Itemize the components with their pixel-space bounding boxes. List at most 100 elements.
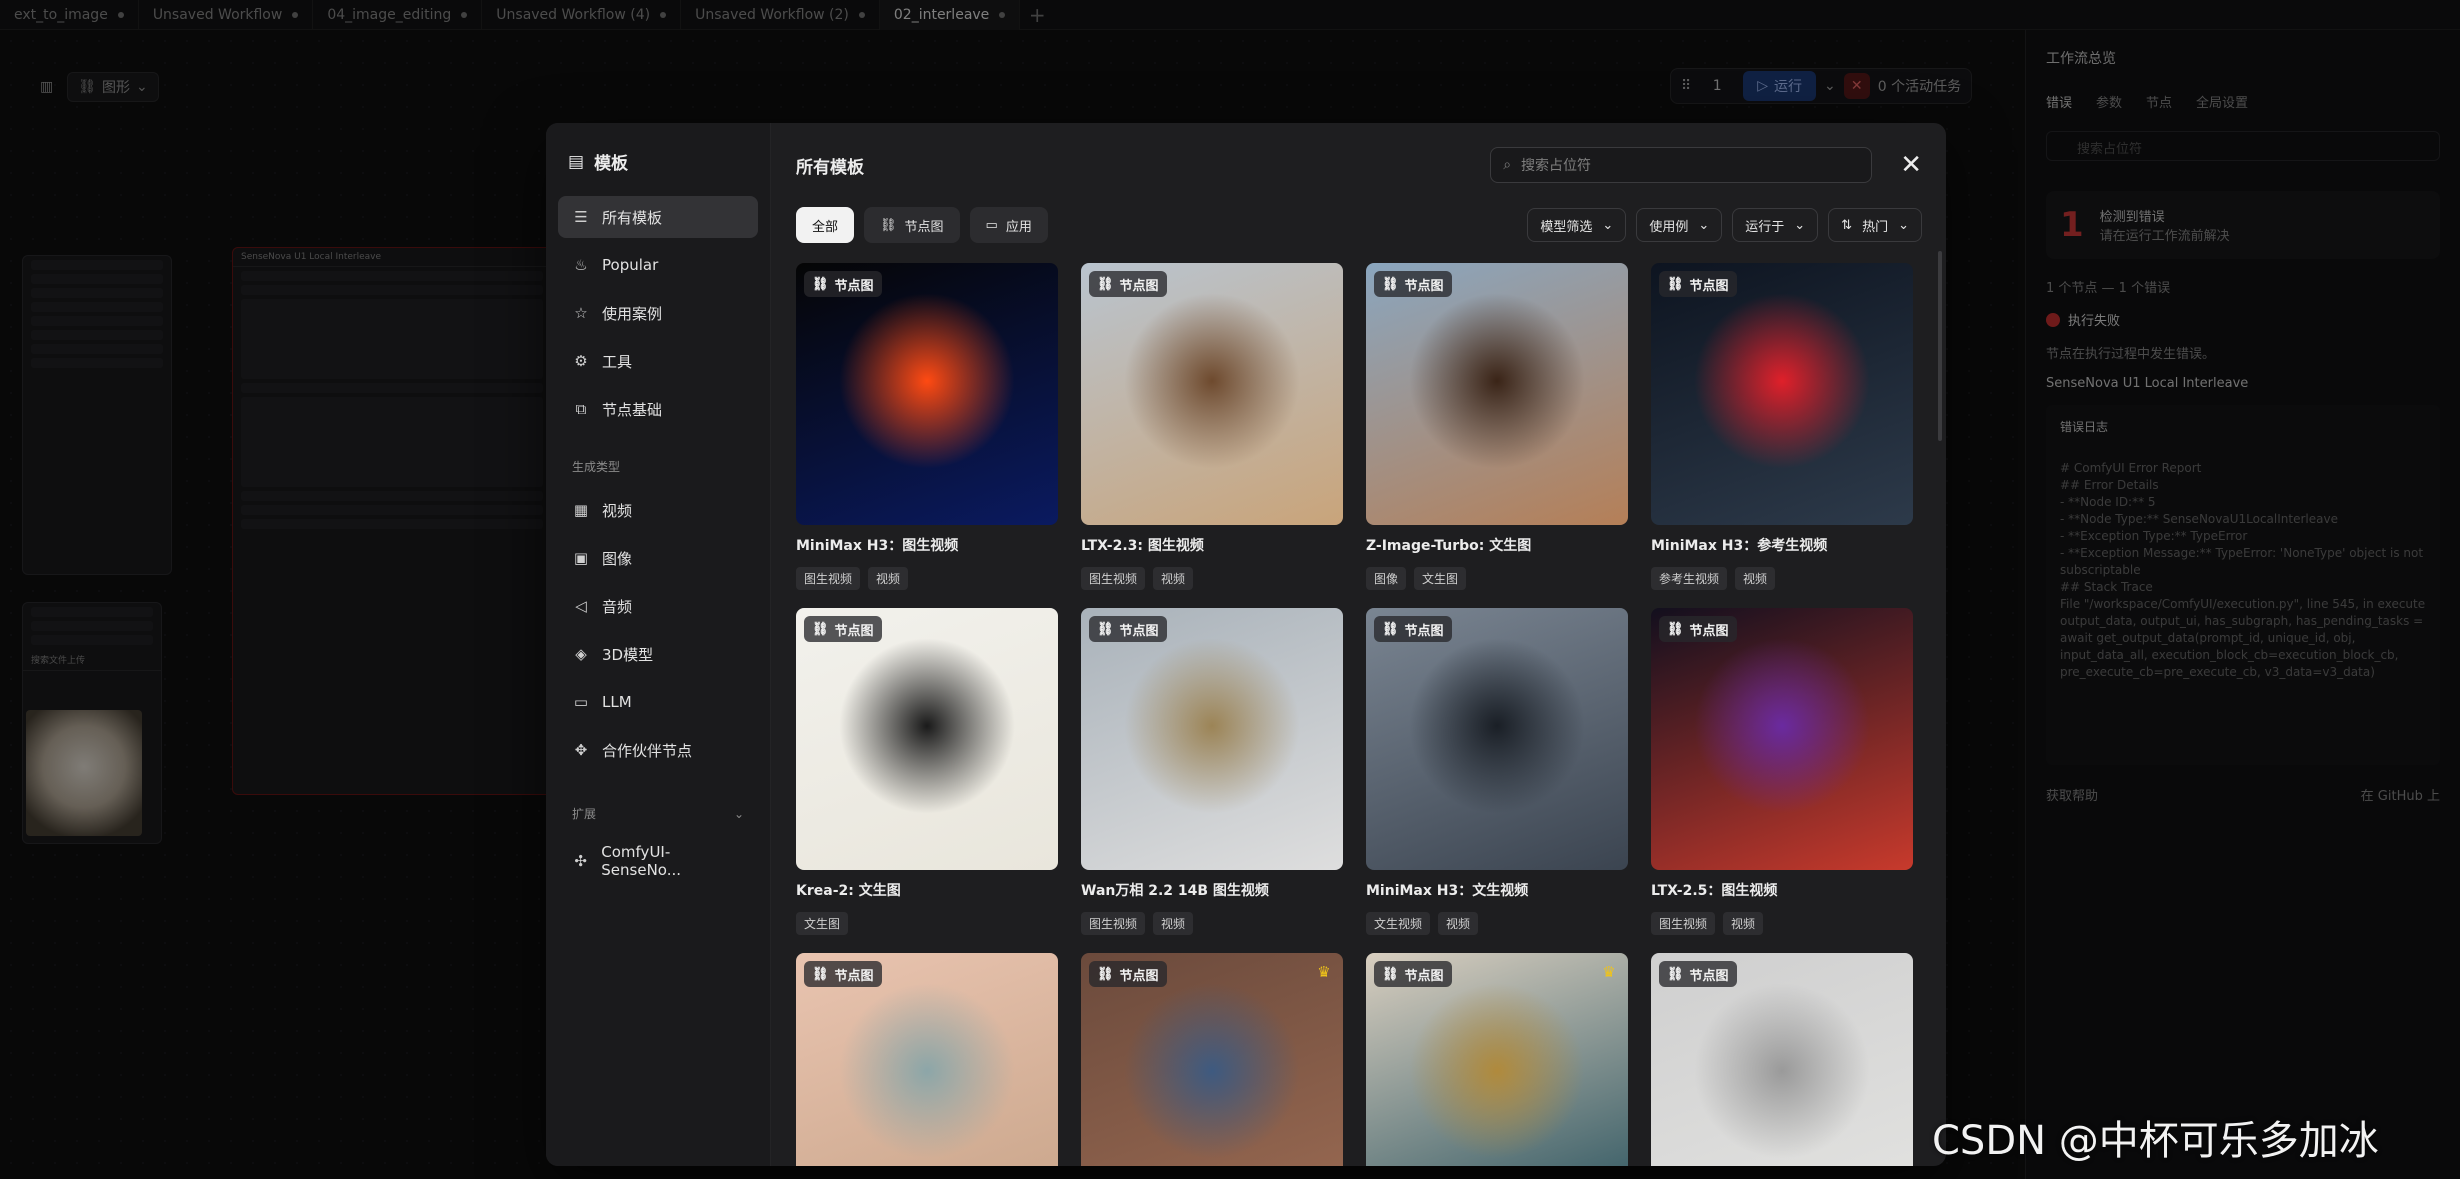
template-tags: 图生视频 视频 [1651, 912, 1913, 935]
nav-item[interactable]: ♨ Popular [558, 244, 758, 286]
template-thumbnail: ⛓ 节点图 [1081, 263, 1343, 525]
filter-chip[interactable]: ⛓ 节点图 [864, 207, 960, 243]
node-graph-badge: ⛓ 节点图 [1374, 616, 1452, 642]
nav-item-label: Popular [602, 256, 659, 274]
nav-item-label: 视频 [602, 501, 633, 520]
chevron-down-icon: ⌄ [1698, 217, 1710, 233]
template-thumbnail: ⛓ 节点图 ♛ [1366, 953, 1628, 1166]
template-search-input[interactable]: ⌕ 搜索占位符 [1490, 147, 1873, 183]
nav-item[interactable]: ▦ 视频 [558, 489, 758, 531]
template-card[interactable]: ⛓ 节点图 ♛ [1081, 953, 1343, 1166]
handshake-icon: ✥ [574, 741, 588, 759]
nav-item[interactable]: ◁ 音频 [558, 585, 758, 627]
template-thumbnail: ⛓ 节点图 [1366, 608, 1628, 870]
filter-chip[interactable]: 全部 [796, 207, 855, 243]
graph-icon: ⛓ [880, 217, 897, 233]
node-graph-badge: ⛓ 节点图 [1659, 271, 1737, 297]
gen-type-heading: 生成类型 [572, 460, 621, 474]
nav-item[interactable]: ✥ 合作伙伴节点 [558, 729, 758, 771]
graph-icon: ⛓ [1667, 966, 1684, 982]
film-icon: ▦ [573, 501, 589, 519]
badge-label: 节点图 [834, 968, 874, 984]
template-thumbnail: ⛓ 节点图 [1651, 263, 1913, 525]
template-tag: 文生图 [796, 912, 849, 935]
template-title: MiniMax H3：图生视频 [796, 538, 959, 554]
template-card[interactable]: ⛓ 节点图 Z-Image-Turbo: 文生图 图像 文生图 [1366, 263, 1628, 590]
grid-scrollbar[interactable] [1938, 251, 1942, 441]
graph-icon: ⛓ [1382, 966, 1399, 982]
template-card[interactable]: ⛓ 节点图 LTX-2.3: 图生视频 图生视频 视频 [1081, 263, 1343, 590]
template-tags: 图生视频 视频 [1081, 567, 1343, 590]
node-graph-badge: ⛓ 节点图 [1374, 271, 1452, 297]
template-card[interactable]: ⛓ 节点图 Wan万相 2.2 14B 图生视频 图生视频 视频 [1081, 608, 1343, 935]
template-tag: 图生视频 [796, 567, 861, 590]
star-icon: ☆ [574, 304, 588, 322]
template-card[interactable]: ⛓ 节点图 LTX-2.5：图生视频 图生视频 视频 [1651, 608, 1913, 935]
nav-item-label: ComfyUI-SenseNo... [601, 843, 682, 879]
template-thumbnail: ⛓ 节点图 [796, 953, 1058, 1166]
watermark: CSDN @中杯可乐多加冰 [1932, 1118, 2379, 1164]
nav-item[interactable]: ◈ 3D模型 [558, 633, 758, 675]
template-tag: 视频 [1153, 912, 1194, 935]
template-tags: 文生图 [796, 912, 1058, 935]
speaker-icon: ◁ [575, 597, 587, 615]
template-card[interactable]: ⛓ 节点图 [796, 953, 1058, 1166]
template-logo-label: 模板 [594, 154, 629, 174]
template-card[interactable]: ⛓ 节点图 MiniMax H3：参考生视频 参考生视频 视频 [1651, 263, 1913, 590]
node-graph-badge: ⛓ 节点图 [1659, 961, 1737, 987]
nav-item[interactable]: ⧉ 节点基础 [558, 388, 758, 430]
template-tag: 视频 [1723, 912, 1764, 935]
puzzle-icon: ✣ [574, 852, 587, 870]
template-tag: 文生视频 [1366, 912, 1431, 935]
chip-label: 节点图 [904, 219, 944, 235]
badge-label: 节点图 [1404, 968, 1444, 984]
template-tag: 视频 [1735, 567, 1776, 590]
template-card[interactable]: ⛓ 节点图 ♛ [1366, 953, 1628, 1166]
graph-icon: ⛓ [812, 276, 829, 292]
dropdown-label: 热门 [1862, 219, 1889, 235]
template-tag: 图像 [1366, 567, 1407, 590]
nav-item[interactable]: ▭ LLM [558, 681, 758, 723]
nav-item[interactable]: ☆ 使用案例 [558, 292, 758, 334]
flame-icon: ♨ [574, 256, 588, 274]
filter-dropdown[interactable]: 运行于 ⌄ [1732, 208, 1819, 242]
template-thumbnail: ⛓ 节点图 [1651, 953, 1913, 1166]
node-graph-badge: ⛓ 节点图 [1374, 961, 1452, 987]
badge-label: 节点图 [1404, 278, 1444, 294]
filter-chip[interactable]: ▭ 应用 [969, 207, 1048, 243]
nav-item[interactable]: ☰ 所有模板 [558, 196, 758, 238]
filter-dropdown[interactable]: 使用例 ⌄ [1636, 208, 1723, 242]
filter-dropdown[interactable]: 模型筛选 ⌄ [1527, 208, 1627, 242]
nav-item-label: 音频 [602, 597, 633, 616]
nav-item-label: 3D模型 [602, 645, 654, 664]
nav-item[interactable]: ▣ 图像 [558, 537, 758, 579]
template-thumbnail: ⛓ 节点图 [796, 263, 1058, 525]
template-grid: ⛓ 节点图 MiniMax H3：图生视频 图生视频 视频 ⛓ 节点图 LTX-2.3: 图生… [796, 263, 1922, 1166]
node-graph-badge: ⛓ 节点图 [804, 271, 882, 297]
badge-label: 节点图 [1689, 623, 1729, 639]
template-title: MiniMax H3：文生视频 [1366, 883, 1529, 899]
template-tag: 图生视频 [1651, 912, 1716, 935]
template-title: 所有模板 [796, 157, 864, 178]
nav-item-label: 使用案例 [602, 304, 663, 323]
crown-icon: ♛ [1602, 963, 1616, 981]
template-thumbnail: ⛓ 节点图 [1366, 263, 1628, 525]
nav-item[interactable]: ⚙ 工具 [558, 340, 758, 382]
extensions-toggle[interactable]: 扩展 ⌄ [558, 805, 758, 822]
template-tags: 图像 文生图 [1366, 567, 1628, 590]
filter-dropdown[interactable]: ⇅ 热门 ⌄ [1828, 208, 1922, 242]
badge-label: 节点图 [1689, 278, 1729, 294]
close-icon[interactable]: ✕ [1900, 152, 1922, 178]
nav-item[interactable]: ✣ ComfyUI-SenseNo... [558, 840, 758, 882]
template-thumbnail: ⛓ 节点图 ♛ [1081, 953, 1343, 1166]
badge-label: 节点图 [834, 623, 874, 639]
template-card[interactable]: ⛓ 节点图 MiniMax H3：图生视频 图生视频 视频 [796, 263, 1058, 590]
template-card[interactable]: ⛓ 节点图 [1651, 953, 1913, 1166]
gear-icon: ⚙ [574, 352, 588, 370]
template-card[interactable]: ⛓ 节点图 MiniMax H3：文生视频文生视频 视频 [1366, 608, 1628, 935]
template-tag: 视频 [1438, 912, 1479, 935]
template-card[interactable]: ⛓ 节点图 Krea-2: 文生图 文生图 [796, 608, 1058, 935]
list-icon: ☰ [574, 208, 588, 226]
sort-icon: ⇅ [1841, 217, 1853, 233]
dropdown-label: 模型筛选 [1540, 219, 1593, 235]
